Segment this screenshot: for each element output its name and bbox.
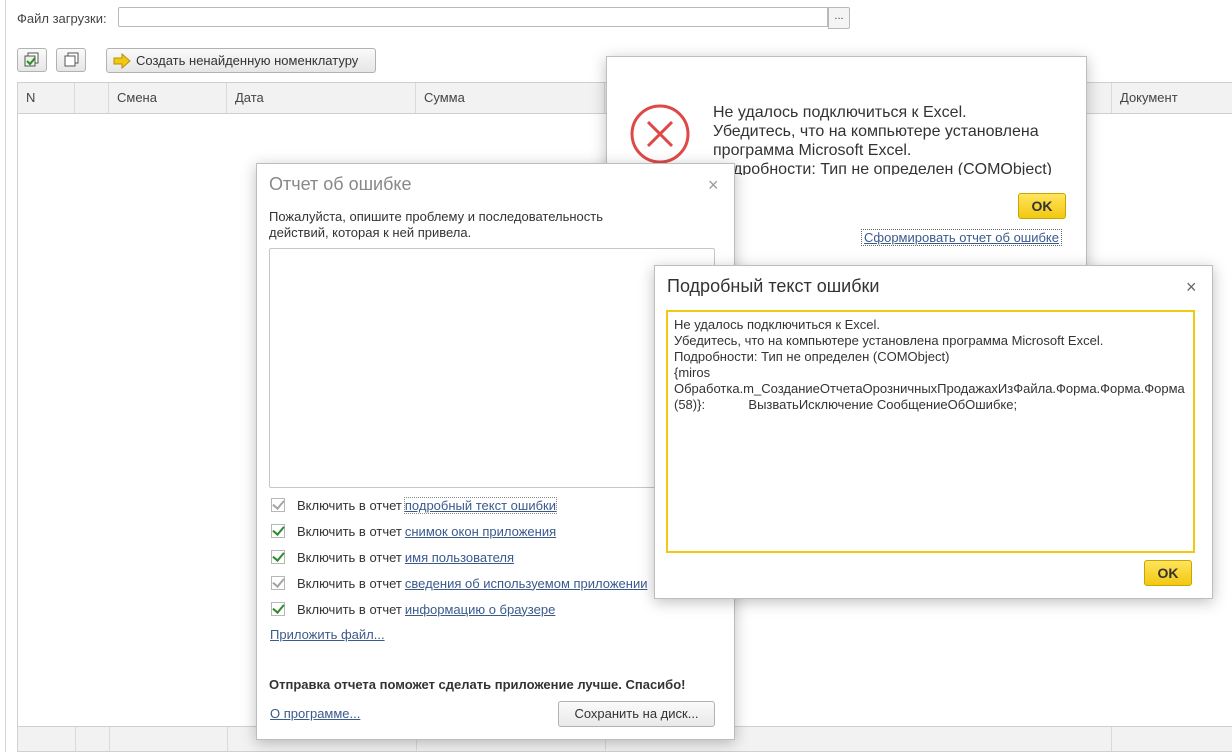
close-icon[interactable]: × — [1186, 277, 1197, 298]
screenshot-link[interactable]: снимок окон приложения — [405, 524, 556, 539]
error-icon — [630, 104, 690, 164]
include-app-info-row[interactable]: Включить в отчет сведения об используемо… — [271, 573, 647, 593]
thanks-message: Отправка отчета поможет сделать приложен… — [269, 677, 686, 692]
check-all-icon — [24, 52, 39, 67]
arrow-right-icon — [113, 52, 131, 69]
uncheck-all-button[interactable] — [56, 48, 86, 72]
attach-file-link[interactable]: Приложить файл... — [270, 627, 385, 642]
create-button-label: Создать ненайденную номенклатуру — [136, 53, 359, 68]
include-app-info-checkbox[interactable] — [271, 576, 285, 590]
checkbox-label: Включить в отчет — [297, 549, 402, 565]
ok-button[interactable]: OK — [1144, 560, 1192, 586]
check-all-button[interactable] — [17, 48, 47, 72]
include-screenshot-checkbox[interactable] — [271, 524, 285, 538]
include-error-text-checkbox[interactable] — [271, 498, 285, 512]
include-username-row[interactable]: Включить в отчет имя пользователя — [271, 547, 514, 567]
file-input[interactable] — [118, 7, 828, 27]
browser-info-link[interactable]: информацию о браузере — [405, 602, 555, 617]
error-details-text[interactable]: Не удалось подключиться к Excel. Убедите… — [666, 310, 1195, 553]
include-browser-info-row[interactable]: Включить в отчет информацию о браузере — [271, 599, 555, 619]
checkbox-label: Включить в отчет — [297, 497, 402, 513]
dialog-title: Отчет об ошибке — [269, 174, 412, 194]
dialog-title: Подробный текст ошибки — [667, 276, 880, 296]
generate-report-link[interactable]: Сформировать отчет об ошибке — [861, 229, 1062, 246]
problem-description-input[interactable] — [269, 248, 715, 488]
column-shift[interactable]: Смена — [109, 83, 227, 113]
save-to-disk-button[interactable]: Сохранить на диск... — [558, 701, 715, 727]
column-date[interactable]: Дата — [227, 83, 416, 113]
include-error-text-row[interactable]: Включить в отчет подробный текст ошибки — [271, 495, 558, 515]
checkbox-label: Включить в отчет — [297, 523, 402, 539]
error-text-link[interactable]: подробный текст ошибки — [403, 496, 558, 514]
username-link[interactable]: имя пользователя — [405, 550, 514, 565]
checkbox-label: Включить в отчет — [297, 575, 402, 591]
close-icon[interactable]: × — [708, 175, 719, 196]
include-browser-info-checkbox[interactable] — [271, 602, 285, 616]
about-link[interactable]: О программе... — [270, 706, 360, 721]
browse-button[interactable]: ... — [828, 7, 850, 29]
window-left-border — [5, 0, 6, 752]
column-flag[interactable] — [75, 83, 109, 113]
create-nomenclature-button[interactable]: Создать ненайденную номенклатуру — [106, 48, 376, 73]
include-username-checkbox[interactable] — [271, 550, 285, 564]
app-info-link[interactable]: сведения об используемом приложении — [405, 576, 648, 591]
uncheck-all-icon — [64, 52, 79, 67]
ok-button[interactable]: OK — [1018, 193, 1066, 219]
file-label: Файл загрузки: — [17, 11, 107, 26]
checkbox-label: Включить в отчет — [297, 601, 402, 617]
error-message: Не удалось подключиться к Excel. Убедите… — [713, 104, 1052, 175]
report-description: Пожалуйста, опишите проблему и последова… — [269, 209, 604, 240]
column-n[interactable]: N — [18, 83, 75, 113]
column-sum[interactable]: Сумма — [416, 83, 605, 113]
column-document[interactable]: Документ — [1111, 83, 1232, 113]
error-details-dialog: Подробный текст ошибки × Не удалось подк… — [654, 265, 1213, 599]
include-screenshot-row[interactable]: Включить в отчет снимок окон приложения — [271, 521, 556, 541]
